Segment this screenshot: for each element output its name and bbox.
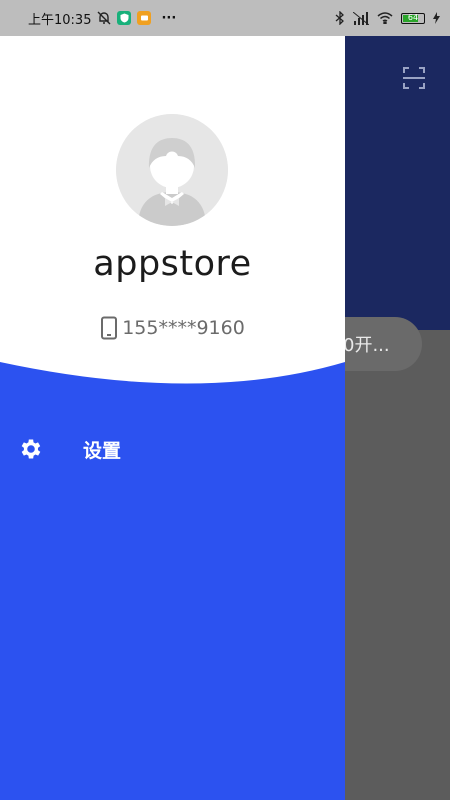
shield-app-icon — [117, 11, 132, 25]
signal-icon — [353, 11, 369, 25]
message-app-icon — [137, 11, 152, 25]
battery-icon: 64 — [401, 12, 425, 24]
phone-number-row: 155****9160 — [0, 316, 345, 340]
mobile-phone-icon — [101, 316, 118, 340]
user-avatar[interactable] — [116, 114, 228, 226]
navigation-drawer: appstore 155****9160 设置 — [0, 30, 345, 800]
wifi-icon — [377, 12, 393, 24]
phone-number: 155****9160 — [122, 317, 245, 339]
scan-icon[interactable] — [402, 66, 426, 90]
bluetooth-icon — [335, 11, 344, 25]
notifications-off-icon — [97, 11, 111, 25]
menu-item-label: 设置 — [83, 439, 122, 462]
menu-item-settings[interactable]: 设置 — [18, 430, 318, 468]
default-avatar-icon — [116, 114, 228, 226]
status-bar: 上午10:35 ··· 64 — [0, 0, 450, 36]
status-time: 上午10:35 — [28, 12, 92, 28]
app-screen: 0开... 上午10:35 ··· 64 appstore 155****916… — [0, 0, 450, 800]
battery-level: 64 — [407, 13, 419, 22]
drawer-header: appstore 155****9160 — [0, 30, 345, 420]
username: appstore — [93, 244, 252, 284]
background-search-text: 0开... — [343, 335, 390, 356]
charging-icon — [433, 12, 440, 24]
more-notifications-icon: ··· — [161, 10, 177, 26]
gear-icon — [21, 439, 41, 459]
